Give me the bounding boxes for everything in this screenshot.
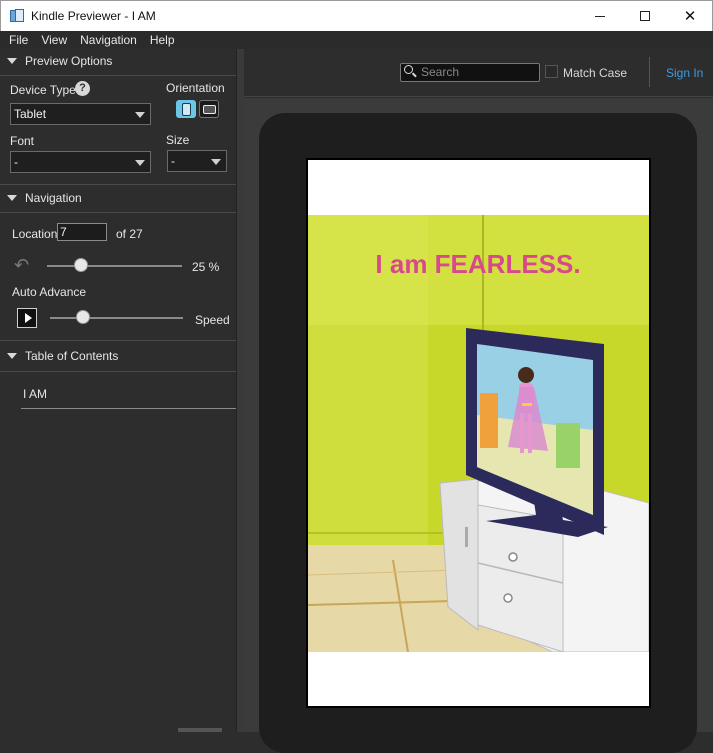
- orientation-label: Orientation: [166, 81, 225, 95]
- book-page: I am FEARLESS.: [306, 158, 651, 708]
- size-value: -: [171, 154, 175, 168]
- page-headline: I am FEARLESS.: [375, 249, 580, 279]
- divider: [0, 212, 236, 213]
- panel-splitter[interactable]: [236, 49, 244, 732]
- chevron-down-icon: [135, 160, 145, 166]
- close-button[interactable]: ✕: [667, 1, 713, 31]
- search-input[interactable]: Search: [400, 63, 540, 82]
- back-arrow-icon[interactable]: ↶: [14, 256, 29, 274]
- font-value: -: [14, 155, 18, 169]
- maximize-icon: [640, 11, 650, 21]
- navigation-header[interactable]: Navigation: [0, 186, 236, 210]
- page-illustration: I am FEARLESS.: [308, 215, 649, 652]
- toc-divider: [21, 408, 236, 409]
- navigation-title: Navigation: [25, 191, 82, 205]
- menu-view[interactable]: View: [41, 33, 67, 47]
- menu-bar: File View Navigation Help: [0, 31, 713, 49]
- match-case-label: Match Case: [563, 66, 628, 80]
- window-title: Kindle Previewer - I AM: [31, 9, 156, 23]
- portrait-orientation-button[interactable]: [176, 100, 196, 118]
- size-select[interactable]: -: [167, 150, 227, 172]
- menu-help[interactable]: Help: [150, 33, 175, 47]
- chevron-down-icon: [135, 112, 145, 118]
- size-label: Size: [166, 133, 190, 147]
- search-icon: [404, 65, 417, 78]
- divider: [0, 371, 236, 372]
- toc-header[interactable]: Table of Contents: [0, 344, 236, 368]
- location-total: of 27: [116, 227, 143, 241]
- help-icon[interactable]: ?: [75, 81, 90, 96]
- horizontal-scrollbar[interactable]: [178, 728, 222, 732]
- menu-navigation[interactable]: Navigation: [80, 33, 137, 47]
- toolbar: Search Match Case Sign In: [244, 49, 713, 97]
- divider: [0, 184, 236, 185]
- match-case-checkbox[interactable]: [545, 65, 558, 78]
- device-type-label: Device Type: [10, 83, 76, 97]
- tablet-frame: I am FEARLESS.: [259, 113, 697, 753]
- collapse-triangle-icon: [7, 58, 17, 64]
- play-icon: [24, 313, 32, 323]
- device-type-value: Tablet: [14, 107, 47, 121]
- speed-slider-thumb[interactable]: [76, 310, 91, 324]
- location-slider-thumb[interactable]: [73, 258, 88, 272]
- maximize-button[interactable]: [622, 1, 668, 31]
- collapse-triangle-icon: [7, 195, 17, 201]
- preview-area: I am FEARLESS.: [244, 98, 713, 753]
- speed-label: Speed: [195, 313, 230, 327]
- landscape-orientation-icon: [202, 104, 216, 114]
- auto-advance-label: Auto Advance: [12, 285, 87, 299]
- portrait-orientation-icon: [181, 102, 191, 116]
- divider: [0, 75, 236, 76]
- preview-options-header[interactable]: Preview Options: [0, 49, 236, 73]
- landscape-orientation-button[interactable]: [199, 100, 219, 118]
- title-bar: Kindle Previewer - I AM ✕: [0, 0, 713, 31]
- side-panel: Preview Options Device Type ? Tablet Ori…: [0, 49, 236, 732]
- minimize-button[interactable]: [577, 1, 623, 31]
- toolbar-divider: [649, 57, 650, 87]
- toc-title: Table of Contents: [25, 349, 119, 363]
- font-label: Font: [10, 134, 35, 148]
- toc-item[interactable]: I AM: [23, 387, 47, 401]
- play-button[interactable]: [17, 308, 37, 328]
- speed-slider-track[interactable]: [50, 317, 183, 319]
- menu-file[interactable]: File: [9, 33, 28, 47]
- close-icon: ✕: [683, 7, 697, 25]
- divider: [0, 340, 236, 341]
- sign-in-link[interactable]: Sign In: [666, 66, 703, 80]
- location-label: Location: [12, 227, 58, 241]
- device-type-select[interactable]: Tablet: [10, 103, 151, 125]
- progress-percent: 25 %: [192, 260, 220, 274]
- kindle-previewer-icon: [9, 8, 25, 24]
- collapse-triangle-icon: [7, 353, 17, 359]
- font-select[interactable]: -: [10, 151, 151, 173]
- chevron-down-icon: [211, 159, 221, 165]
- minimize-icon: [595, 15, 605, 17]
- location-slider-track[interactable]: [47, 265, 182, 267]
- location-input[interactable]: 7: [57, 223, 107, 241]
- preview-options-title: Preview Options: [25, 54, 113, 68]
